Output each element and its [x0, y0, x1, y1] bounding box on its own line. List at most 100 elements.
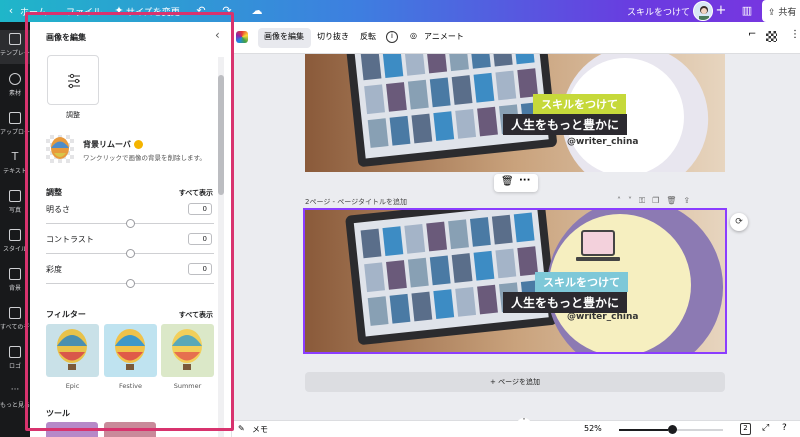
- animate-icon[interactable]: ◎: [410, 31, 417, 40]
- saturation-value[interactable]: 0: [188, 263, 212, 275]
- cloud-save-icon[interactable]: ☁: [250, 4, 264, 18]
- redo-icon[interactable]: ↷: [220, 4, 234, 18]
- saturation-slider-knob[interactable]: [126, 279, 135, 288]
- adjust-tile-label: 調整: [66, 111, 80, 119]
- nav-item-2[interactable]: アップロード: [0, 112, 30, 136]
- tool-thumb-2[interactable]: [104, 422, 156, 437]
- work-area: 画像を編集 切り抜き 反転 i ◎ アニメート ⌐ ⋮ スキルをつけて 人生をもっ…: [232, 22, 800, 437]
- avatar[interactable]: [693, 1, 713, 21]
- notes-button[interactable]: メモ: [252, 424, 268, 435]
- duplicate-icon[interactable]: ❐: [652, 196, 666, 205]
- chevron-left-icon[interactable]: ‹: [4, 4, 18, 18]
- refresh-icon[interactable]: ⟳: [730, 213, 748, 231]
- show-pages-chevron-icon[interactable]: ˄: [516, 418, 532, 426]
- share-button[interactable]: ⇪ 共有: [762, 0, 800, 22]
- color-swatch-icon[interactable]: [236, 31, 248, 43]
- filter-summer[interactable]: [161, 324, 214, 377]
- filter-summer-label: Summer: [173, 382, 202, 390]
- zoom-slider-knob[interactable]: [667, 425, 677, 434]
- laptop-icon: [581, 230, 615, 256]
- plus-icon[interactable]: +: [714, 4, 728, 18]
- contrast-label: コントラスト: [46, 235, 94, 244]
- transparency-icon[interactable]: [766, 31, 777, 42]
- laptop-base-icon: [576, 257, 620, 261]
- page-count[interactable]: 2: [740, 423, 751, 435]
- contrast-slider-knob[interactable]: [126, 249, 135, 258]
- saturation-label: 彩度: [46, 265, 62, 274]
- panel-close-icon[interactable]: ‹: [215, 28, 220, 42]
- nav-item-7[interactable]: すべてのデザイン: [0, 307, 30, 331]
- filters-see-all-link[interactable]: すべて表示: [179, 310, 213, 320]
- bg-remover-thumbnail[interactable]: [46, 135, 74, 163]
- filter-festive[interactable]: [104, 324, 157, 377]
- page-actions: ˄˅⚿❐🗑⇪: [617, 196, 697, 206]
- nav-item-1[interactable]: 素材: [0, 73, 30, 97]
- design-page-2[interactable]: スキルをつけて 人生をもっと豊かに @writer_china: [303, 208, 727, 354]
- more-icon[interactable]: ···: [519, 175, 530, 186]
- move-down-icon[interactable]: ˅: [628, 196, 639, 205]
- banner-handle: @writer_china: [567, 137, 639, 147]
- paint-roller-icon[interactable]: ⌐: [748, 29, 756, 40]
- banner-image: [305, 210, 725, 352]
- crop-button[interactable]: 切り抜き: [317, 31, 349, 42]
- style-icon: [9, 229, 21, 241]
- nav-item-0[interactable]: テンプレート: [0, 30, 30, 64]
- text-icon: T: [11, 150, 19, 163]
- left-nav: テンプレート素材アップロード Tテキスト写真スタイル背景すべてのデザインロゴ ···…: [0, 22, 30, 437]
- panel-title: 画像を編集: [46, 33, 86, 42]
- filter-epic[interactable]: [46, 324, 99, 377]
- more-options-icon[interactable]: ⋮: [790, 29, 800, 40]
- panel-scrollbar-thumb[interactable]: [218, 75, 224, 195]
- nav-item-8[interactable]: ロゴ: [0, 346, 30, 370]
- brightness-slider-knob[interactable]: [126, 219, 135, 228]
- tool-thumb-1[interactable]: [46, 422, 98, 437]
- banner-line-2: 人生をもっと豊かに: [503, 114, 628, 135]
- edit-image-button[interactable]: 画像を編集: [264, 31, 304, 42]
- home-link[interactable]: ホーム: [20, 5, 47, 18]
- filter-epic-label: Epic: [65, 382, 80, 390]
- zoom-value[interactable]: 52%: [584, 424, 602, 433]
- banner-handle: @writer_china: [567, 312, 639, 322]
- bottom-bar: ✎ メモ ˄ 52% 2 ⤢ ?: [232, 418, 800, 437]
- nav-item-9[interactable]: ··· もっと見る: [0, 385, 30, 409]
- crown-icon: [134, 140, 143, 149]
- undo-icon[interactable]: ↶: [194, 4, 208, 18]
- delete-page-icon[interactable]: 🗑: [666, 196, 683, 205]
- nav-item-4[interactable]: 写真: [0, 190, 30, 214]
- template-icon: [9, 33, 21, 45]
- photo-icon: [9, 190, 21, 202]
- notes-icon[interactable]: ✎: [238, 424, 245, 433]
- nav-item-3[interactable]: T テキスト: [0, 150, 30, 176]
- lock-icon[interactable]: ⚿: [639, 196, 652, 205]
- flip-button[interactable]: 反転: [360, 31, 376, 42]
- brightness-value[interactable]: 0: [188, 203, 212, 215]
- move-up-icon[interactable]: ˄: [617, 196, 628, 205]
- page-2-label[interactable]: 2ページ - ページタイトルを追加: [305, 197, 407, 207]
- edit-image-panel: 画像を編集 ‹ 調整 背景リムーバ ワンクリックで画像の背景を削除します。 調整…: [30, 22, 232, 437]
- banner-line-1: スキルをつけて: [535, 272, 628, 292]
- nav-item-5[interactable]: スタイル: [0, 229, 30, 253]
- project-title[interactable]: スキルをつけて: [627, 5, 690, 18]
- background-icon: [9, 268, 21, 280]
- top-bar: ‹ ホーム ファイル ✦ サイズを変更 ↶ ↷ ☁ スキルをつけて + ▥ ⇪ …: [0, 0, 800, 22]
- panel-scrollbar[interactable]: [218, 57, 224, 437]
- contrast-value[interactable]: 0: [188, 233, 212, 245]
- file-menu[interactable]: ファイル: [66, 5, 102, 18]
- nav-item-6[interactable]: 背景: [0, 268, 30, 292]
- logo-icon: [9, 346, 21, 358]
- resize-button[interactable]: サイズを変更: [126, 5, 180, 18]
- add-page-button[interactable]: + ページを追加: [305, 372, 725, 392]
- trash-icon[interactable]: 🗑: [501, 176, 514, 187]
- design-page-1[interactable]: スキルをつけて 人生をもっと豊かに @writer_china: [305, 54, 725, 172]
- info-icon[interactable]: i: [386, 31, 398, 43]
- adjust-see-all-link[interactable]: すべて表示: [179, 188, 213, 198]
- adjust-tile[interactable]: [47, 55, 99, 105]
- filters-section-title: フィルター: [46, 310, 86, 319]
- help-icon[interactable]: ?: [782, 423, 787, 433]
- analytics-icon[interactable]: ▥: [740, 4, 754, 18]
- bg-remover-title[interactable]: 背景リムーバ: [83, 139, 131, 150]
- share-page-icon[interactable]: ⇪: [683, 196, 697, 205]
- animate-button[interactable]: アニメート: [424, 31, 464, 42]
- fullscreen-icon[interactable]: ⤢: [762, 423, 769, 433]
- brightness-label: 明るさ: [46, 205, 70, 214]
